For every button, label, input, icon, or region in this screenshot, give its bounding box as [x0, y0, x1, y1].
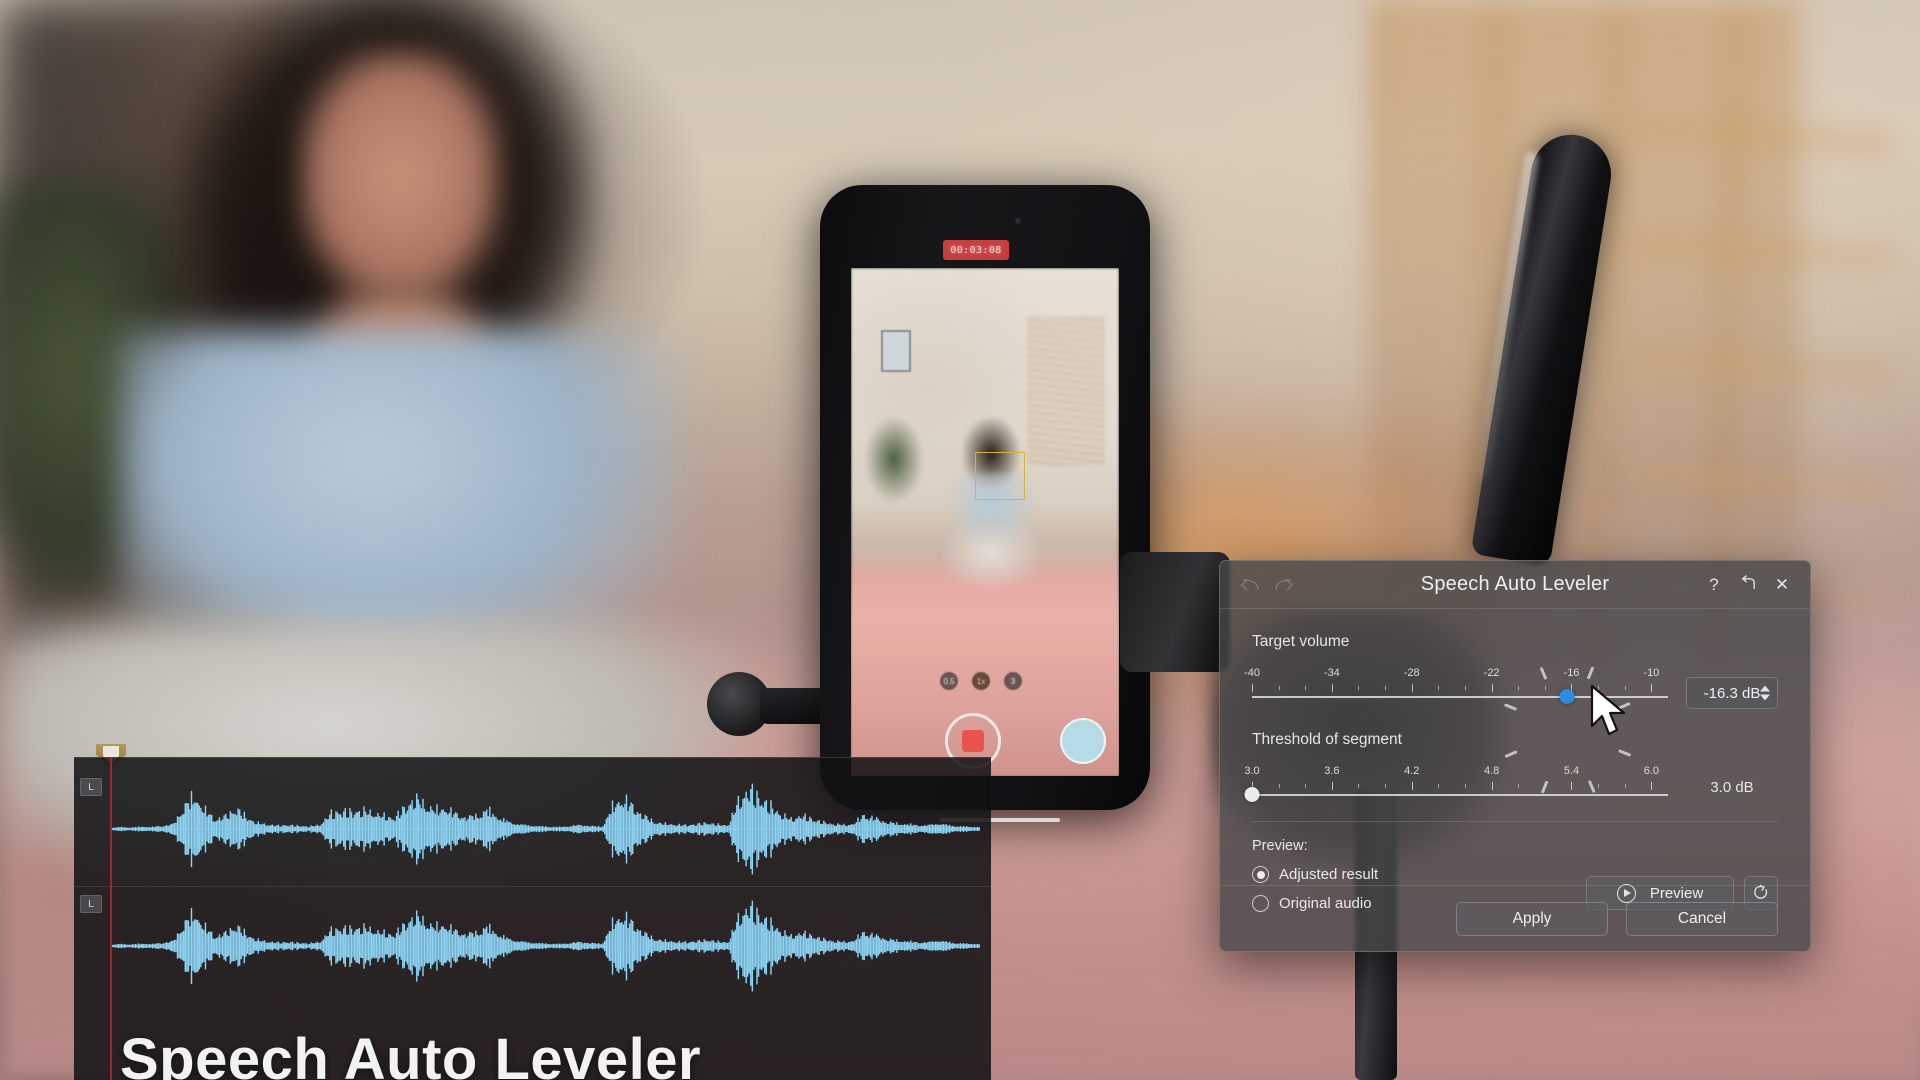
threshold-track[interactable]: [1252, 794, 1668, 796]
person-face: [300, 50, 500, 300]
radio-adjusted-result-label: Adjusted result: [1279, 866, 1379, 883]
overlay-caption: Speech Auto Leveler: [120, 1027, 702, 1080]
threshold-tick-labels: 3.0 3.6 4.2 4.8 5.4 6.0: [1244, 765, 1668, 779]
target-volume-row: -40 -34 -28 -22 -16 -10 -16.3 dB: [1244, 666, 1778, 794]
threshold-group: Threshold of segment 3.0 3.6 4.2 4.8 5.4 6.0 …: [1244, 731, 1778, 803]
camera-preview-subject: [943, 418, 1039, 589]
undo-arrow-icon[interactable]: [1234, 572, 1264, 598]
tick-label: 4.2: [1404, 765, 1420, 777]
screenshot-root: 00:03:08 0.5 1x 3 L L Speech Auto Levele…: [0, 0, 1920, 1080]
mouse-cursor: [1590, 684, 1632, 745]
channel-badge-bottom: L: [80, 895, 102, 913]
reset-arrow-icon[interactable]: [1732, 569, 1764, 601]
apply-button[interactable]: Apply: [1456, 901, 1608, 936]
tick-label: 6.0: [1643, 765, 1660, 777]
target-volume-label: Target volume: [1252, 633, 1350, 650]
zoom-option-1x[interactable]: 1x: [972, 672, 990, 690]
dialog-nav-group: [1220, 572, 1300, 598]
audio-track-1[interactable]: L: [74, 770, 991, 888]
tick-label: -16: [1563, 667, 1580, 679]
threshold-handle[interactable]: [1244, 787, 1260, 802]
dialog-footer: Apply Cancel: [1220, 885, 1810, 951]
phone-front-camera-dot: [1015, 218, 1021, 224]
tick-label: 3.0: [1244, 765, 1260, 777]
tick-label: 5.4: [1563, 765, 1580, 777]
target-volume-tick-labels: -40 -34 -28 -22 -16 -10: [1244, 667, 1668, 681]
cancel-button[interactable]: Cancel: [1626, 901, 1778, 936]
spinner-up-icon[interactable]: [1760, 685, 1770, 692]
close-icon[interactable]: ✕: [1766, 569, 1798, 601]
spinner-arrows[interactable]: [1760, 685, 1770, 701]
threshold-value: 3.0 dB: [1710, 779, 1754, 796]
help-button[interactable]: ?: [1698, 569, 1730, 601]
waveform-track-2: [110, 887, 980, 1005]
tick-label: -22: [1483, 667, 1500, 679]
zoom-option-3x[interactable]: 3: [1004, 672, 1022, 690]
recording-timer: 00:03:08: [943, 240, 1009, 260]
sparkle-ray: [1503, 703, 1518, 711]
target-volume-handle[interactable]: [1559, 689, 1575, 704]
target-volume-value: -16.3 dB: [1703, 684, 1761, 702]
tick-label: -10: [1643, 667, 1660, 679]
timeline-playhead[interactable]: [110, 757, 112, 1080]
threshold-slider[interactable]: 3.0 3.6 4.2 4.8 5.4 6.0: [1244, 765, 1668, 803]
zoom-option-0_5x[interactable]: 0.5: [940, 672, 958, 690]
tick-label: -28: [1403, 667, 1420, 679]
phone-screen: [851, 268, 1119, 776]
threshold-tick-marks: [1252, 782, 1668, 790]
dialog-titlebar-actions: ? ✕: [1698, 569, 1810, 601]
threshold-label: Threshold of segment: [1252, 731, 1402, 748]
threshold-row: 3.0 3.6 4.2 4.8 5.4 6.0 3.0 dB: [1244, 765, 1778, 803]
camera-preview-picture-frame: [881, 330, 911, 372]
dialog-title-bar: Speech Auto Leveler ? ✕: [1220, 561, 1810, 609]
face-detection-box: [975, 452, 1025, 500]
camera-zoom-controls[interactable]: 0.5 1x 3: [940, 672, 1022, 690]
radio-adjusted-result-indicator[interactable]: [1252, 866, 1269, 883]
audio-track-2[interactable]: L: [74, 886, 991, 1004]
camera-preview-plant: [865, 416, 923, 502]
dialog-body: Target volume -40 -34 -28 -22 -16 -10 -16.3 d…: [1220, 609, 1810, 822]
tick-label: -40: [1244, 667, 1260, 679]
redo-arrow-icon[interactable]: [1270, 572, 1300, 598]
wooden-ladder: [1630, 40, 1890, 600]
tick-label: 4.8: [1483, 765, 1500, 777]
tick-label: 3.6: [1324, 765, 1340, 777]
spinner-down-icon[interactable]: [1760, 694, 1770, 701]
tick-label: -34: [1323, 667, 1340, 679]
waveform-track-1: [110, 770, 980, 888]
channel-badge-top: L: [80, 778, 102, 796]
preview-label: Preview:: [1252, 838, 1308, 854]
speech-auto-leveler-dialog: Speech Auto Leveler ? ✕ Target volume -4…: [1219, 560, 1811, 952]
target-volume-spinbox[interactable]: -16.3 dB: [1686, 677, 1778, 709]
waveform-svg-1: [110, 783, 980, 875]
gallery-thumbnail-button[interactable]: [1060, 718, 1106, 764]
target-volume-group: Target volume -40 -34 -28 -22 -16 -10 -16.3 d…: [1244, 633, 1778, 794]
waveform-svg-2: [110, 900, 980, 992]
